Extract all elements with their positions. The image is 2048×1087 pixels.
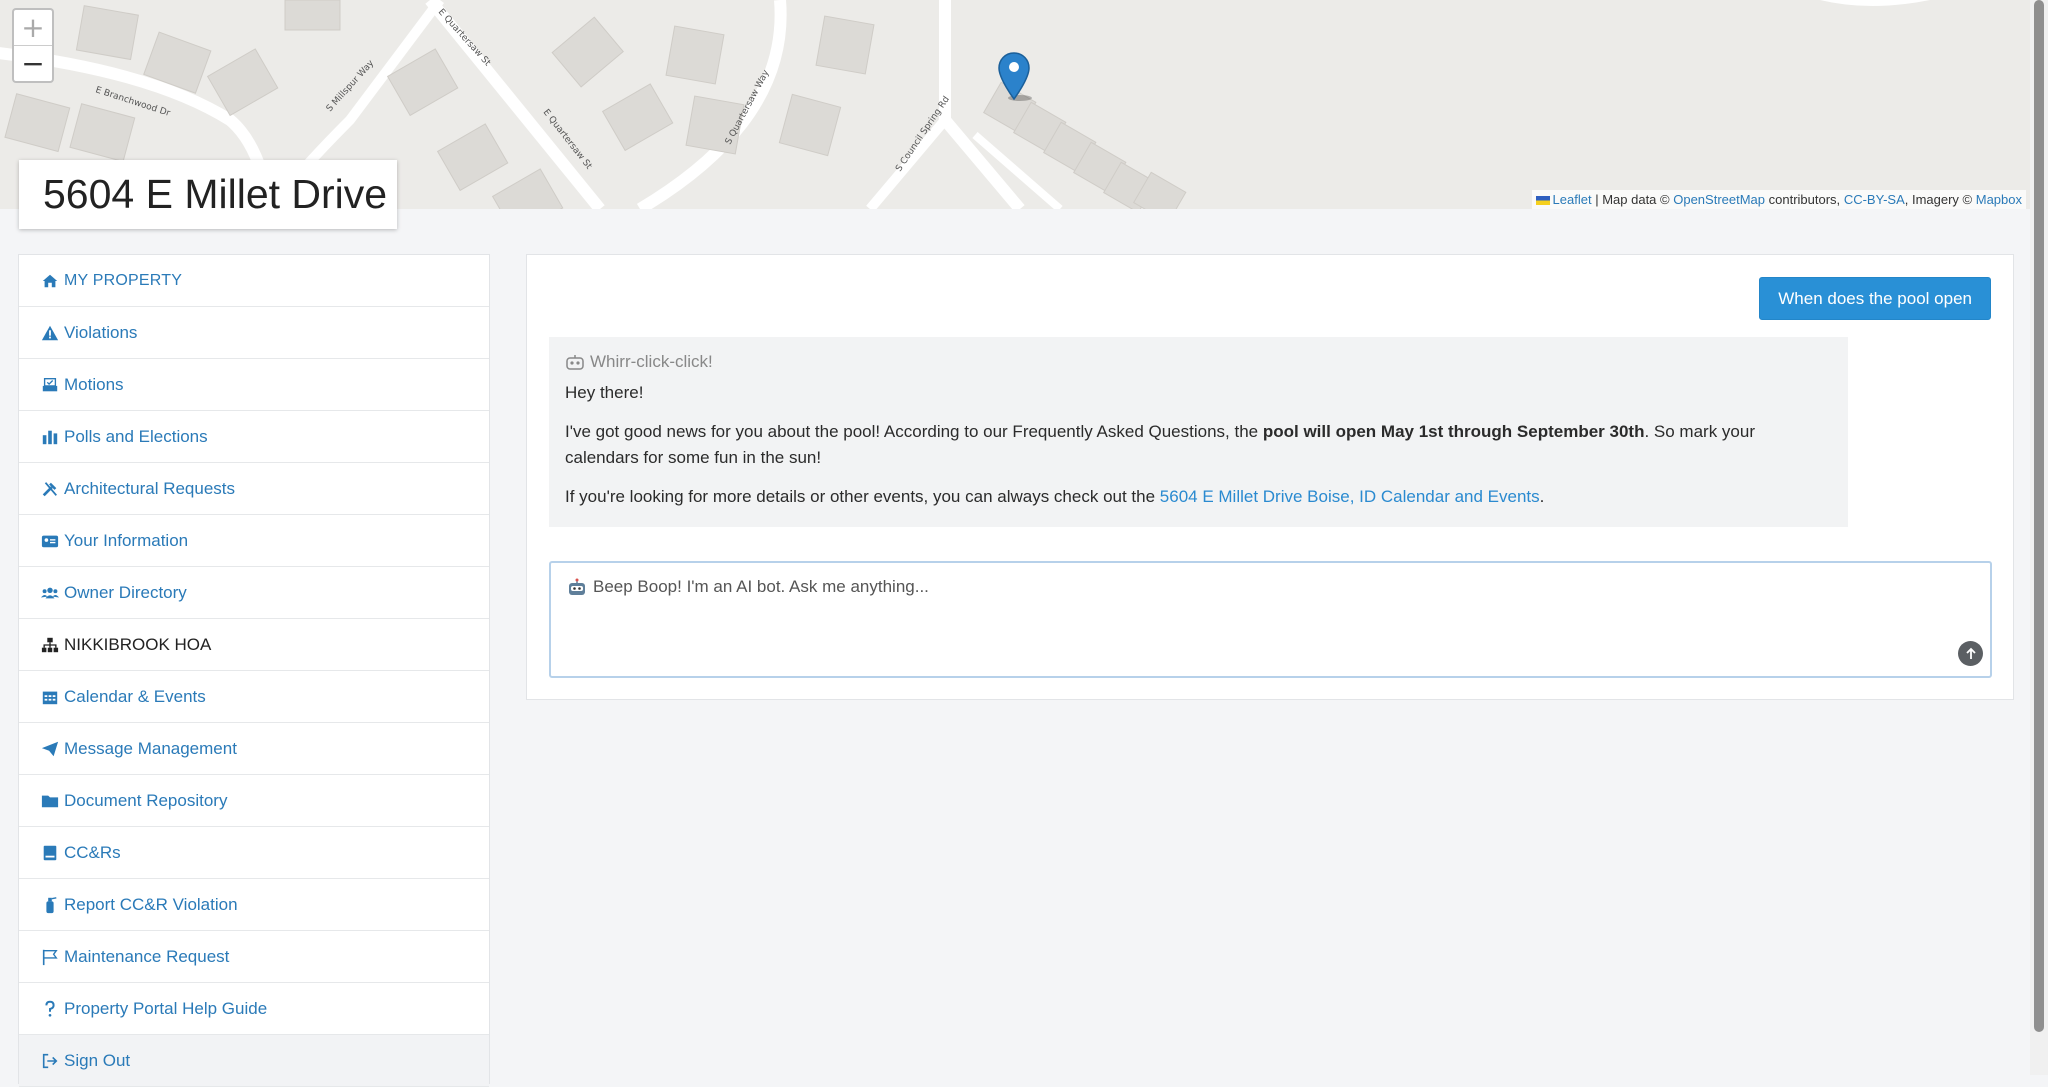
- sidebar-item-label: Document Repository: [64, 790, 228, 810]
- zoom-in-button[interactable]: +: [14, 10, 52, 46]
- arrow-up-icon: [1965, 647, 1976, 659]
- sidebar-item-label: Message Management: [64, 738, 237, 758]
- sidebar-item-documents[interactable]: Document Repository: [19, 775, 489, 827]
- folder-icon: [41, 795, 59, 807]
- chat-panel: When does the pool open Whirr-click-clic…: [526, 254, 2014, 700]
- sidebar-item-label: Violations: [64, 322, 138, 342]
- more-text: .: [1539, 487, 1545, 506]
- calendar-events-link[interactable]: 5604 E Millet Drive Boise, ID Calendar a…: [1160, 487, 1540, 506]
- vote-icon: [42, 430, 58, 444]
- sidebar-item-your-information[interactable]: Your Information: [19, 515, 489, 567]
- answer-text: I've got good news for you about the poo…: [565, 422, 1263, 441]
- sidebar-item-owner-directory[interactable]: Owner Directory: [19, 567, 489, 619]
- sidebar-item-motions[interactable]: Motions: [19, 359, 489, 411]
- sidebar-item-help-guide[interactable]: Property Portal Help Guide: [19, 983, 489, 1035]
- chat-input[interactable]: [591, 575, 1935, 639]
- fire-extinguisher-icon: [46, 896, 57, 913]
- leaflet-link[interactable]: Leaflet: [1553, 192, 1592, 207]
- attribution-text: , Imagery ©: [1904, 192, 1973, 207]
- page-scrollbar[interactable]: [2030, 0, 2048, 1075]
- sidebar-item-label: Motions: [64, 374, 124, 394]
- warning-icon: [41, 325, 59, 340]
- bot-name: Whirr-click-click!: [590, 352, 713, 371]
- map-zoom-control: + −: [12, 8, 54, 83]
- book-icon: [43, 845, 57, 860]
- sidebar-item-label: Report CC&R Violation: [64, 894, 238, 914]
- sidebar-item-report-violation[interactable]: Report CC&R Violation: [19, 879, 489, 931]
- inbox-check-icon: [42, 377, 58, 391]
- bot-reply: Whirr-click-click! Hey there! I've got g…: [549, 337, 1848, 527]
- sidebar-item-ccrs[interactable]: CC&Rs: [19, 827, 489, 879]
- sidebar-item-hoa[interactable]: NIKKIBROOK HOA: [19, 619, 489, 671]
- calendar-icon: [42, 691, 58, 704]
- sidebar-item-label: CC&Rs: [64, 842, 121, 862]
- mapbox-link[interactable]: Mapbox: [1976, 192, 2022, 207]
- map-marker-icon[interactable]: [998, 52, 1038, 102]
- sidebar-item-violations[interactable]: Violations: [19, 307, 489, 359]
- zoom-out-button[interactable]: −: [14, 46, 52, 81]
- answer-highlight: pool will open May 1st through September…: [1262, 422, 1645, 441]
- sidebar-item-polls[interactable]: Polls and Elections: [19, 411, 489, 463]
- home-icon: [42, 274, 58, 287]
- sidebar-item-label: MY PROPERTY: [64, 271, 183, 289]
- sidebar-item-sign-out[interactable]: Sign Out: [19, 1035, 489, 1087]
- scrollbar-thumb[interactable]: [2034, 0, 2044, 1032]
- sitemap-icon: [41, 637, 59, 652]
- chat-input-box[interactable]: [549, 561, 1992, 678]
- flag-icon: [42, 949, 58, 965]
- sidebar-item-label: Property Portal Help Guide: [64, 998, 268, 1018]
- tools-icon: [42, 481, 57, 496]
- sidebar-item-label: NIKKIBROOK HOA: [64, 634, 212, 654]
- sidebar-nav: MY PROPERTY Violations Motions Polls and…: [18, 254, 490, 1087]
- sidebar-item-label: Owner Directory: [64, 582, 187, 602]
- robot-icon: [566, 355, 584, 370]
- sidebar-item-architectural[interactable]: Architectural Requests: [19, 463, 489, 515]
- sidebar-item-label: Sign Out: [64, 1050, 131, 1070]
- cc-by-sa-link[interactable]: CC-BY-SA: [1844, 192, 1905, 207]
- openstreetmap-link[interactable]: OpenStreetMap: [1673, 192, 1765, 207]
- id-card-icon: [41, 535, 59, 547]
- sign-out-icon: [42, 1053, 58, 1068]
- sidebar-item-messages[interactable]: Message Management: [19, 723, 489, 775]
- bot-answer: I've got good news for you about the poo…: [565, 419, 1832, 471]
- user-question-bubble[interactable]: When does the pool open: [1759, 277, 1991, 320]
- sidebar-item-my-property[interactable]: MY PROPERTY: [19, 255, 489, 307]
- paper-plane-icon: [41, 741, 59, 756]
- sidebar-item-label: Polls and Elections: [64, 426, 208, 446]
- bot-more-info: If you're looking for more details or ot…: [565, 484, 1832, 510]
- bot-greeting: Hey there!: [565, 383, 644, 402]
- users-icon: [41, 587, 59, 598]
- question-icon: [45, 1000, 55, 1017]
- sidebar-item-label: Maintenance Request: [64, 946, 230, 966]
- sidebar-item-maintenance[interactable]: Maintenance Request: [19, 931, 489, 983]
- page-title: 5604 E Millet Drive: [43, 171, 388, 217]
- more-text: If you're looking for more details or ot…: [565, 487, 1160, 506]
- ukraine-flag-icon: [1535, 196, 1550, 206]
- robot-icon: [569, 578, 585, 595]
- sidebar-item-label: Calendar & Events: [64, 686, 206, 706]
- send-button[interactable]: [1958, 641, 1983, 666]
- attribution-text: | Map data ©: [1595, 192, 1670, 207]
- map-attribution: Leaflet | Map data © OpenStreetMap contr…: [1531, 190, 2026, 209]
- attribution-text: contributors,: [1768, 192, 1841, 207]
- sidebar-item-calendar[interactable]: Calendar & Events: [19, 671, 489, 723]
- sidebar-item-label: Architectural Requests: [64, 478, 236, 498]
- property-title-card: 5604 E Millet Drive: [19, 160, 397, 229]
- bot-name-row: Whirr-click-click!: [565, 349, 1832, 375]
- sidebar-item-label: Your Information: [64, 530, 189, 550]
